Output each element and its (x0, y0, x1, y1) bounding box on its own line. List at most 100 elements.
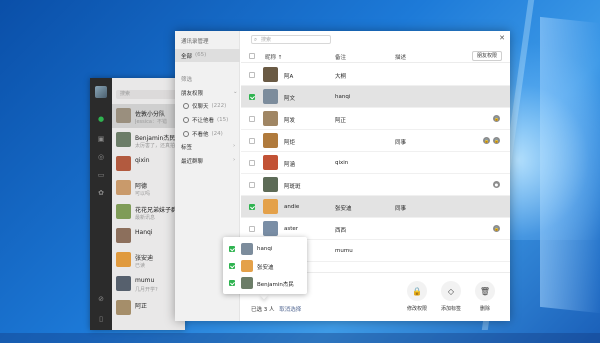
tag-cell: 同事 (395, 140, 407, 146)
avatar (116, 252, 131, 267)
sidebar-item-label: 全部 (181, 54, 193, 60)
row-checkbox[interactable] (249, 138, 255, 144)
trash-icon[interactable]: 🗑 (475, 281, 495, 301)
row-checkbox[interactable] (249, 72, 255, 78)
nick-cell: 阿文 (284, 96, 296, 102)
window-title: 通讯录管理 (181, 39, 209, 45)
cancel-selection-link[interactable]: 取消选择 (279, 307, 301, 313)
search-input[interactable]: ⌕ 搜索 (251, 35, 331, 44)
sidebar-item-not-see[interactable]: 不看他 (24) (183, 130, 223, 138)
permission-icon: 🔒 (493, 137, 500, 144)
taskbar-shadow (0, 333, 600, 343)
sidebar-item-label: 仅聊天 (192, 104, 209, 110)
avatar (263, 111, 278, 126)
column-nick[interactable]: 昵称 ↑ (265, 53, 282, 61)
permission-icon: 🔒 (493, 225, 500, 232)
row-checkbox[interactable] (229, 280, 235, 286)
sidebar-item-label: 最近群聊 (181, 159, 204, 165)
avatar[interactable] (95, 86, 107, 98)
row-checkbox[interactable] (249, 116, 255, 122)
avatar (263, 221, 278, 236)
selected-contacts-popup: hanqi 张安迪 Benjamin杰民 (223, 237, 307, 294)
tag-cell: 同事 (395, 206, 407, 212)
contact-name: Benjamin杰民 (257, 282, 294, 288)
chat-only-icon (183, 103, 189, 109)
avatar (116, 180, 131, 195)
nick-cell: 阿涵 (284, 162, 296, 168)
hide-moments-icon (183, 117, 189, 123)
avatar (116, 276, 131, 291)
avatar (263, 67, 278, 82)
close-icon[interactable]: ✕ (499, 34, 505, 42)
sidebar-item-chat-only[interactable]: 仅聊天 (222) (183, 102, 226, 110)
contact-name: 张安迪 (257, 265, 274, 271)
favorites-icon[interactable]: ◎ (96, 152, 106, 162)
search-input[interactable]: 搜索 (116, 90, 180, 99)
avatar (263, 177, 278, 192)
nick-cell: 阿发 (284, 118, 296, 124)
sidebar-item-hide-from[interactable]: 不让他看 (15) (183, 116, 228, 124)
table-row[interactable]: 阿斑斑 ● (241, 174, 510, 196)
table-header: 昵称 ↑ 备注 描述 朋友权限 (241, 50, 510, 63)
chevron-right-icon: › (233, 143, 236, 149)
edit-permission-label: 修改权限 (406, 306, 427, 312)
table-row[interactable]: 阿A 大桐 (241, 64, 510, 86)
moments-icon[interactable]: ✿ (96, 188, 106, 198)
avatar (116, 228, 131, 243)
wechat-sidebar: ● ▣ ◎ ▭ ✿ ⊘ ▯ (90, 78, 112, 330)
avatar (263, 199, 278, 214)
nick-cell: 阿斑斑 (284, 184, 301, 190)
sidebar-item-label: 不看他 (192, 132, 209, 138)
row-checkbox[interactable] (249, 160, 255, 166)
table-row[interactable]: 阿文 hanqi (241, 86, 510, 108)
contacts-icon[interactable]: ▣ (96, 134, 106, 144)
selected-contact-item[interactable]: Benjamin杰民 (223, 275, 307, 292)
selected-contact-item[interactable]: hanqi (223, 241, 307, 258)
lock-icon[interactable]: 🔒 (407, 281, 427, 301)
row-checkbox[interactable] (249, 182, 255, 188)
files-icon[interactable]: ▭ (96, 170, 106, 180)
sidebar-item-count: (65) (195, 52, 207, 58)
selected-suffix: 人 (269, 307, 275, 313)
mini-program-icon[interactable]: ⊘ (96, 294, 106, 304)
avatar (116, 300, 131, 315)
tag-icon[interactable]: ◇ (441, 281, 461, 301)
selected-contact-item[interactable]: 张安迪 (223, 258, 307, 275)
table-row[interactable]: 阿涵 qixin (241, 152, 510, 174)
select-all-checkbox[interactable] (249, 53, 255, 59)
remark-cell: hanqi (335, 94, 351, 100)
phone-icon[interactable]: ▯ (96, 314, 106, 324)
avatar (116, 204, 131, 219)
wechat-window: ● ▣ ◎ ▭ ✿ ⊘ ▯ 搜索 佐敦小分队 Jessica：不错 Benjamin… (90, 78, 185, 330)
chat-icon[interactable]: ● (96, 114, 106, 124)
table-row[interactable]: 阿发 阿正 🔒 (241, 108, 510, 130)
table-row[interactable]: andie 张安迪 同事 (241, 196, 510, 218)
add-tag-label: 添加标签 (440, 306, 461, 312)
avatar (241, 260, 253, 272)
table-row[interactable]: 阿炬 同事 🔒 🔒 (241, 130, 510, 152)
row-checkbox[interactable] (249, 94, 255, 100)
sidebar-item-tags[interactable]: 标签 › (181, 143, 240, 151)
row-checkbox[interactable] (229, 246, 235, 252)
remark-cell: 大桐 (335, 74, 347, 80)
avatar (116, 108, 131, 123)
selected-number: 3 (263, 307, 268, 313)
nick-cell: andie (284, 204, 300, 210)
sidebar-item-count: (24) (211, 131, 223, 137)
sidebar-item-recent-groups[interactable]: 最近群聊 › (181, 157, 240, 165)
sidebar-item-label: 标签 (181, 145, 193, 151)
remark-cell: qixin (335, 160, 349, 166)
search-icon: ⌕ (254, 37, 258, 43)
sidebar-item-label: 朋友权限 (181, 91, 204, 97)
sidebar-item-all[interactable]: 全部 (65) (175, 49, 240, 62)
friend-perm-button[interactable]: 朋友权限 (471, 51, 502, 61)
row-checkbox[interactable] (229, 263, 235, 269)
chevron-down-icon: ⌄ (233, 89, 238, 95)
column-tag: 描述 (395, 55, 407, 61)
avatar (241, 243, 253, 255)
avatar (263, 133, 278, 148)
permission-icon: 🔒 (493, 115, 500, 122)
sidebar-item-friend-perm[interactable]: 朋友权限 ⌄ (181, 89, 240, 97)
row-checkbox[interactable] (249, 226, 255, 232)
row-checkbox[interactable] (249, 204, 255, 210)
